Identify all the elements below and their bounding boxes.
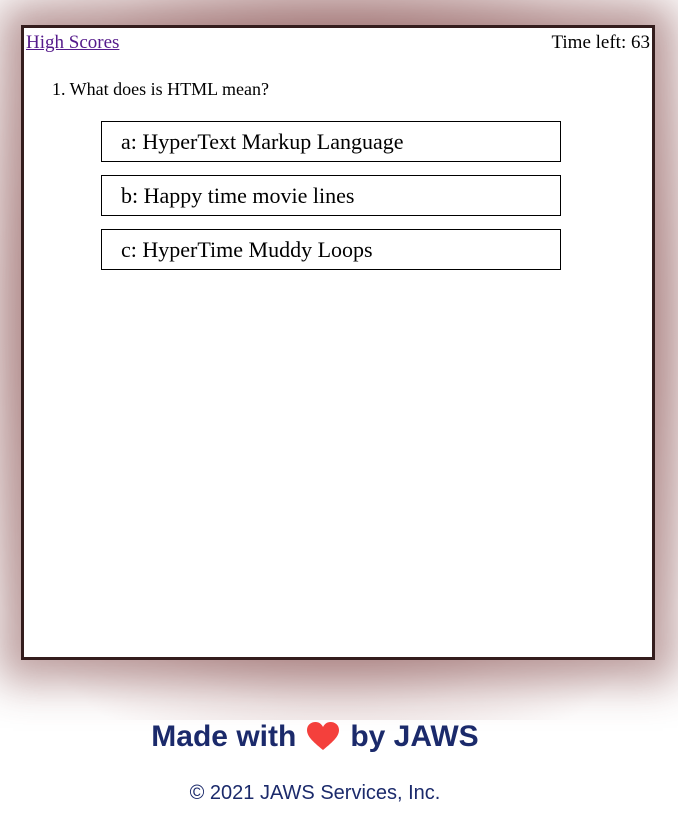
made-with-text: Made with <box>151 720 297 753</box>
answer-button-c[interactable]: c: HyperTime Muddy Loops <box>101 229 561 270</box>
heart-icon <box>307 722 340 750</box>
copyright-text: © 2021 JAWS Services, Inc. <box>189 782 441 804</box>
timer: Time left: 63 <box>551 32 650 54</box>
timer-value: 63 <box>631 32 650 53</box>
high-scores-link[interactable]: High Scores <box>26 32 119 54</box>
made-with-credit: Made with by JAWS <box>0 720 630 754</box>
answer-button-b[interactable]: b: Happy time movie lines <box>101 175 561 216</box>
answer-list: a: HyperText Markup Language b: Happy ti… <box>101 121 561 283</box>
question-text: 1. What does is HTML mean? <box>52 79 269 99</box>
answer-button-a[interactable]: a: HyperText Markup Language <box>101 121 561 162</box>
timer-label: Time left: <box>551 32 627 53</box>
by-jaws-text: by JAWS <box>350 720 479 753</box>
quiz-panel: High Scores Time left: 63 1. What does i… <box>21 25 655 660</box>
